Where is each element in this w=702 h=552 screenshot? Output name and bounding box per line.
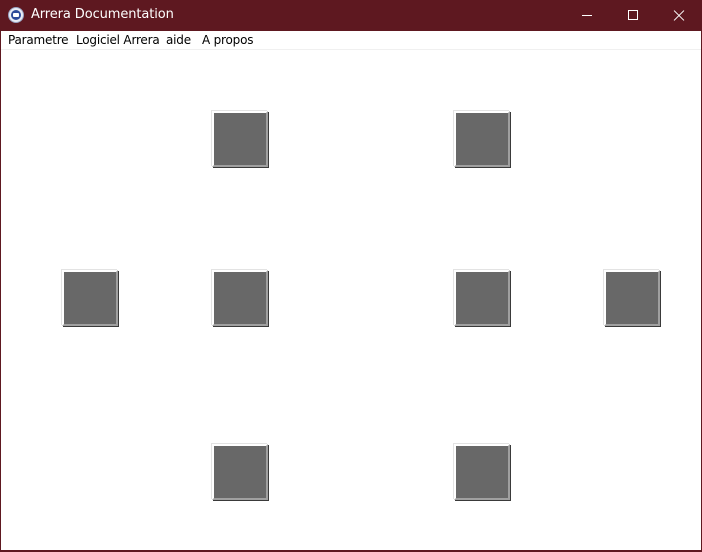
menu-bar: Parametre Logiciel Arrera aide A propos bbox=[1, 31, 701, 50]
menu-a-propos[interactable]: A propos bbox=[202, 33, 253, 48]
tile-button-7[interactable] bbox=[212, 444, 268, 500]
tile-button-4[interactable] bbox=[212, 270, 268, 326]
tile-button-5[interactable] bbox=[454, 270, 510, 326]
tile-button-2[interactable] bbox=[454, 111, 510, 167]
app-window: Arrera Documentation Parametre Logiciel … bbox=[0, 0, 702, 552]
title-bar[interactable]: Arrera Documentation bbox=[0, 0, 702, 31]
minimize-button[interactable] bbox=[564, 0, 610, 31]
menu-logiciel-arrera[interactable]: Logiciel Arrera bbox=[76, 33, 160, 48]
tile-button-6[interactable] bbox=[604, 270, 660, 326]
close-button[interactable] bbox=[656, 0, 702, 31]
app-icon bbox=[8, 7, 24, 23]
tile-button-1[interactable] bbox=[212, 111, 268, 167]
tile-button-8[interactable] bbox=[454, 444, 510, 500]
menu-aide[interactable]: aide bbox=[166, 33, 191, 48]
maximize-button[interactable] bbox=[610, 0, 656, 31]
menu-parametre[interactable]: Parametre bbox=[8, 33, 69, 48]
window-title: Arrera Documentation bbox=[31, 7, 174, 22]
minimize-icon bbox=[582, 15, 592, 16]
tile-button-3[interactable] bbox=[62, 270, 118, 326]
maximize-icon bbox=[628, 10, 638, 20]
main-canvas bbox=[1, 50, 701, 550]
